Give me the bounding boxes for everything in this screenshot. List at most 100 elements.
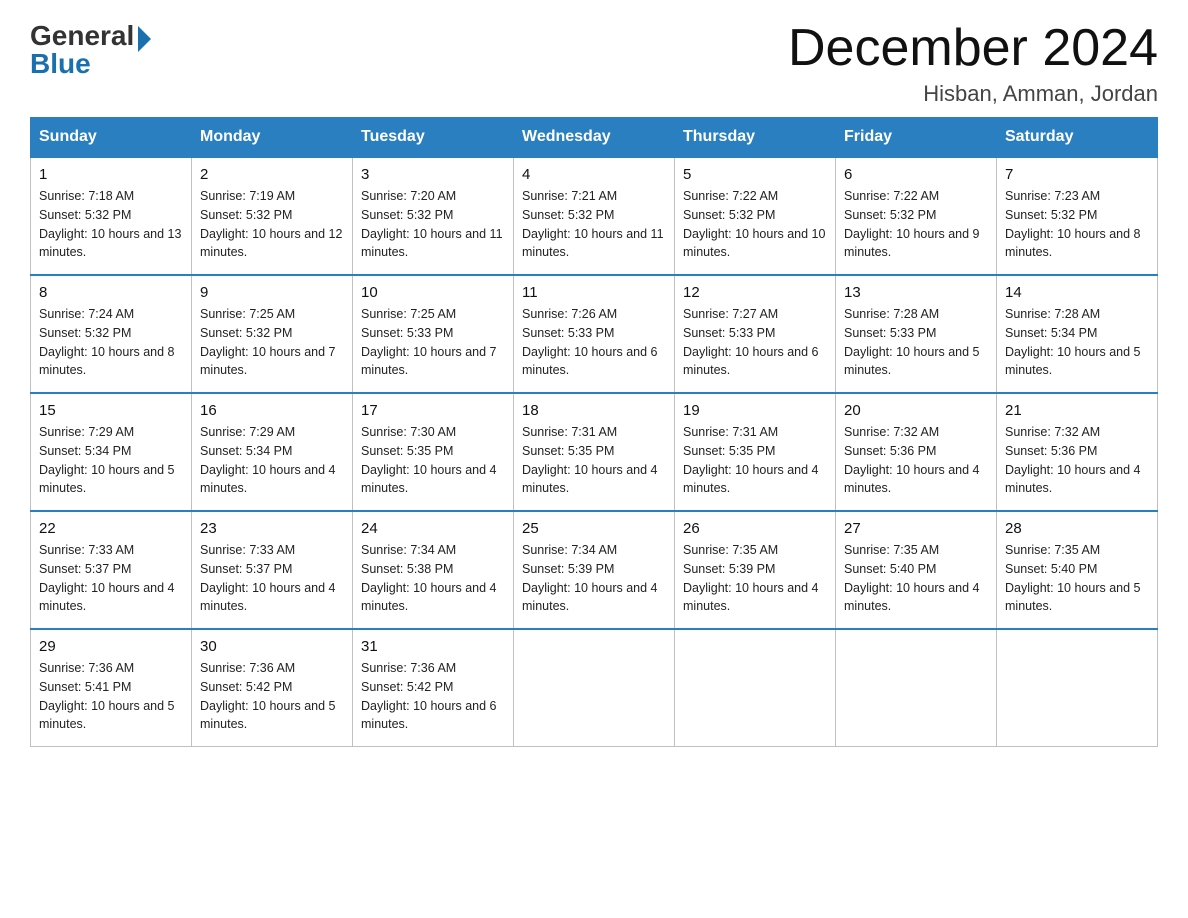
calendar-week-row: 22 Sunrise: 7:33 AMSunset: 5:37 PMDaylig… xyxy=(31,511,1158,629)
column-header-monday: Monday xyxy=(192,118,353,158)
day-number: 21 xyxy=(1005,402,1149,419)
calendar-cell: 17 Sunrise: 7:30 AMSunset: 5:35 PMDaylig… xyxy=(353,393,514,511)
calendar-cell: 4 Sunrise: 7:21 AMSunset: 5:32 PMDayligh… xyxy=(514,157,675,275)
day-number: 1 xyxy=(39,166,183,183)
calendar-cell xyxy=(836,629,997,747)
day-info: Sunrise: 7:36 AMSunset: 5:42 PMDaylight:… xyxy=(361,661,497,731)
day-number: 17 xyxy=(361,402,505,419)
day-info: Sunrise: 7:32 AMSunset: 5:36 PMDaylight:… xyxy=(1005,425,1141,495)
day-info: Sunrise: 7:31 AMSunset: 5:35 PMDaylight:… xyxy=(683,425,819,495)
day-number: 30 xyxy=(200,638,344,655)
day-info: Sunrise: 7:34 AMSunset: 5:39 PMDaylight:… xyxy=(522,543,658,613)
day-number: 19 xyxy=(683,402,827,419)
day-info: Sunrise: 7:32 AMSunset: 5:36 PMDaylight:… xyxy=(844,425,980,495)
day-number: 27 xyxy=(844,520,988,537)
day-number: 23 xyxy=(200,520,344,537)
column-header-saturday: Saturday xyxy=(997,118,1158,158)
day-info: Sunrise: 7:25 AMSunset: 5:33 PMDaylight:… xyxy=(361,307,497,377)
title-block: December 2024 Hisban, Amman, Jordan xyxy=(788,20,1158,107)
calendar-cell: 12 Sunrise: 7:27 AMSunset: 5:33 PMDaylig… xyxy=(675,275,836,393)
day-number: 9 xyxy=(200,284,344,301)
calendar-cell: 19 Sunrise: 7:31 AMSunset: 5:35 PMDaylig… xyxy=(675,393,836,511)
day-number: 18 xyxy=(522,402,666,419)
day-info: Sunrise: 7:29 AMSunset: 5:34 PMDaylight:… xyxy=(39,425,175,495)
location-subtitle: Hisban, Amman, Jordan xyxy=(788,81,1158,107)
day-number: 12 xyxy=(683,284,827,301)
day-info: Sunrise: 7:20 AMSunset: 5:32 PMDaylight:… xyxy=(361,189,503,259)
calendar-cell: 31 Sunrise: 7:36 AMSunset: 5:42 PMDaylig… xyxy=(353,629,514,747)
calendar-cell: 5 Sunrise: 7:22 AMSunset: 5:32 PMDayligh… xyxy=(675,157,836,275)
calendar-cell xyxy=(514,629,675,747)
column-header-tuesday: Tuesday xyxy=(353,118,514,158)
calendar-cell xyxy=(997,629,1158,747)
calendar-cell: 28 Sunrise: 7:35 AMSunset: 5:40 PMDaylig… xyxy=(997,511,1158,629)
page-header: General Blue December 2024 Hisban, Amman… xyxy=(30,20,1158,107)
day-info: Sunrise: 7:22 AMSunset: 5:32 PMDaylight:… xyxy=(844,189,980,259)
day-number: 15 xyxy=(39,402,183,419)
calendar-cell: 21 Sunrise: 7:32 AMSunset: 5:36 PMDaylig… xyxy=(997,393,1158,511)
day-number: 2 xyxy=(200,166,344,183)
calendar-cell: 2 Sunrise: 7:19 AMSunset: 5:32 PMDayligh… xyxy=(192,157,353,275)
day-info: Sunrise: 7:28 AMSunset: 5:33 PMDaylight:… xyxy=(844,307,980,377)
calendar-cell: 7 Sunrise: 7:23 AMSunset: 5:32 PMDayligh… xyxy=(997,157,1158,275)
day-number: 7 xyxy=(1005,166,1149,183)
calendar-cell: 11 Sunrise: 7:26 AMSunset: 5:33 PMDaylig… xyxy=(514,275,675,393)
calendar-cell: 30 Sunrise: 7:36 AMSunset: 5:42 PMDaylig… xyxy=(192,629,353,747)
day-number: 13 xyxy=(844,284,988,301)
day-info: Sunrise: 7:29 AMSunset: 5:34 PMDaylight:… xyxy=(200,425,336,495)
calendar-cell: 9 Sunrise: 7:25 AMSunset: 5:32 PMDayligh… xyxy=(192,275,353,393)
day-number: 25 xyxy=(522,520,666,537)
calendar-table: SundayMondayTuesdayWednesdayThursdayFrid… xyxy=(30,117,1158,747)
day-number: 5 xyxy=(683,166,827,183)
calendar-cell: 26 Sunrise: 7:35 AMSunset: 5:39 PMDaylig… xyxy=(675,511,836,629)
day-info: Sunrise: 7:34 AMSunset: 5:38 PMDaylight:… xyxy=(361,543,497,613)
day-info: Sunrise: 7:36 AMSunset: 5:41 PMDaylight:… xyxy=(39,661,175,731)
calendar-week-row: 15 Sunrise: 7:29 AMSunset: 5:34 PMDaylig… xyxy=(31,393,1158,511)
calendar-cell: 22 Sunrise: 7:33 AMSunset: 5:37 PMDaylig… xyxy=(31,511,192,629)
day-info: Sunrise: 7:23 AMSunset: 5:32 PMDaylight:… xyxy=(1005,189,1141,259)
day-number: 6 xyxy=(844,166,988,183)
day-number: 16 xyxy=(200,402,344,419)
calendar-cell: 6 Sunrise: 7:22 AMSunset: 5:32 PMDayligh… xyxy=(836,157,997,275)
calendar-cell: 20 Sunrise: 7:32 AMSunset: 5:36 PMDaylig… xyxy=(836,393,997,511)
column-header-thursday: Thursday xyxy=(675,118,836,158)
day-info: Sunrise: 7:24 AMSunset: 5:32 PMDaylight:… xyxy=(39,307,175,377)
day-info: Sunrise: 7:33 AMSunset: 5:37 PMDaylight:… xyxy=(200,543,336,613)
day-info: Sunrise: 7:22 AMSunset: 5:32 PMDaylight:… xyxy=(683,189,825,259)
day-number: 22 xyxy=(39,520,183,537)
day-number: 28 xyxy=(1005,520,1149,537)
calendar-cell: 10 Sunrise: 7:25 AMSunset: 5:33 PMDaylig… xyxy=(353,275,514,393)
calendar-cell: 14 Sunrise: 7:28 AMSunset: 5:34 PMDaylig… xyxy=(997,275,1158,393)
column-header-sunday: Sunday xyxy=(31,118,192,158)
calendar-cell: 18 Sunrise: 7:31 AMSunset: 5:35 PMDaylig… xyxy=(514,393,675,511)
calendar-cell xyxy=(675,629,836,747)
calendar-cell: 16 Sunrise: 7:29 AMSunset: 5:34 PMDaylig… xyxy=(192,393,353,511)
day-info: Sunrise: 7:26 AMSunset: 5:33 PMDaylight:… xyxy=(522,307,658,377)
month-title: December 2024 xyxy=(788,20,1158,77)
day-info: Sunrise: 7:35 AMSunset: 5:39 PMDaylight:… xyxy=(683,543,819,613)
calendar-week-row: 29 Sunrise: 7:36 AMSunset: 5:41 PMDaylig… xyxy=(31,629,1158,747)
day-info: Sunrise: 7:28 AMSunset: 5:34 PMDaylight:… xyxy=(1005,307,1141,377)
day-number: 20 xyxy=(844,402,988,419)
logo-triangle-icon xyxy=(138,26,151,52)
day-info: Sunrise: 7:27 AMSunset: 5:33 PMDaylight:… xyxy=(683,307,819,377)
calendar-cell: 23 Sunrise: 7:33 AMSunset: 5:37 PMDaylig… xyxy=(192,511,353,629)
column-header-wednesday: Wednesday xyxy=(514,118,675,158)
day-info: Sunrise: 7:30 AMSunset: 5:35 PMDaylight:… xyxy=(361,425,497,495)
day-info: Sunrise: 7:31 AMSunset: 5:35 PMDaylight:… xyxy=(522,425,658,495)
calendar-header-row: SundayMondayTuesdayWednesdayThursdayFrid… xyxy=(31,118,1158,158)
calendar-cell: 29 Sunrise: 7:36 AMSunset: 5:41 PMDaylig… xyxy=(31,629,192,747)
calendar-cell: 13 Sunrise: 7:28 AMSunset: 5:33 PMDaylig… xyxy=(836,275,997,393)
day-number: 14 xyxy=(1005,284,1149,301)
day-number: 10 xyxy=(361,284,505,301)
logo-blue-text: Blue xyxy=(30,48,91,80)
day-number: 31 xyxy=(361,638,505,655)
column-header-friday: Friday xyxy=(836,118,997,158)
day-info: Sunrise: 7:35 AMSunset: 5:40 PMDaylight:… xyxy=(844,543,980,613)
day-number: 24 xyxy=(361,520,505,537)
day-info: Sunrise: 7:18 AMSunset: 5:32 PMDaylight:… xyxy=(39,189,181,259)
calendar-cell: 1 Sunrise: 7:18 AMSunset: 5:32 PMDayligh… xyxy=(31,157,192,275)
calendar-cell: 25 Sunrise: 7:34 AMSunset: 5:39 PMDaylig… xyxy=(514,511,675,629)
calendar-cell: 15 Sunrise: 7:29 AMSunset: 5:34 PMDaylig… xyxy=(31,393,192,511)
calendar-cell: 24 Sunrise: 7:34 AMSunset: 5:38 PMDaylig… xyxy=(353,511,514,629)
